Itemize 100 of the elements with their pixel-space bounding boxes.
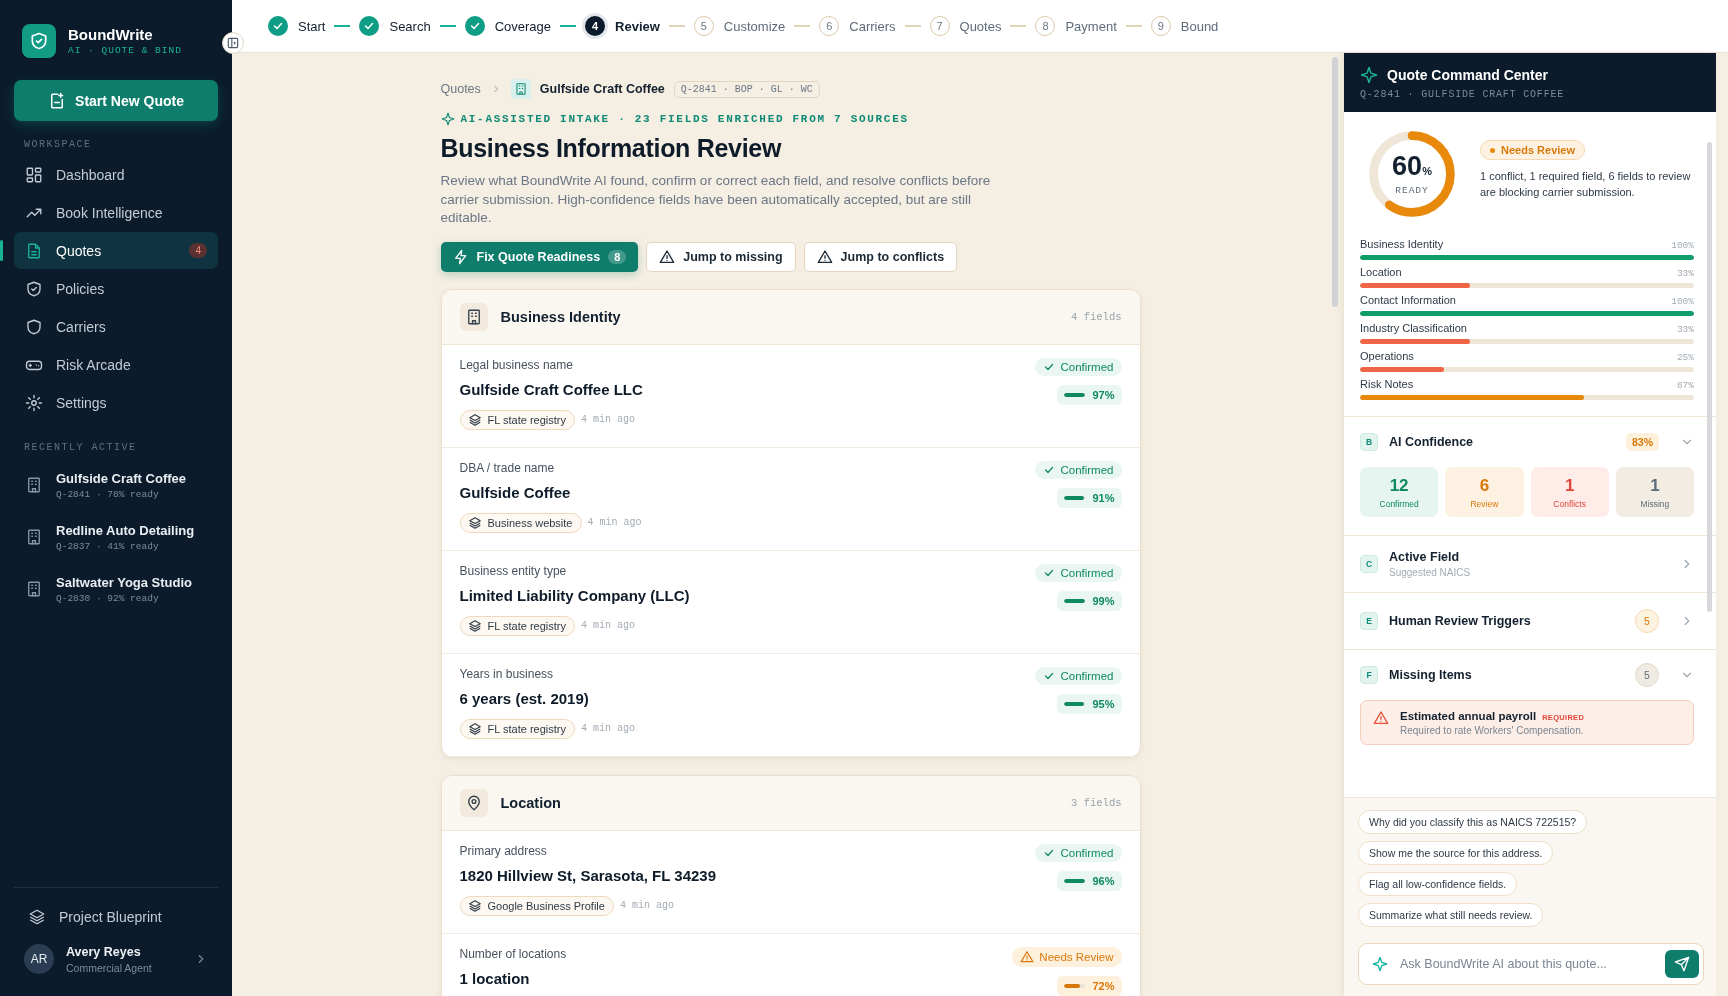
timestamp: 4 min ago (580, 620, 635, 631)
count-badge: 5 (1635, 663, 1659, 687)
suggestion-chip[interactable]: Why did you classify this as NAICS 722515? (1358, 810, 1588, 834)
category-percent: 100% (1671, 240, 1694, 251)
fix-readiness-button[interactable]: Fix Quote Readiness 8 (440, 241, 639, 272)
field-value[interactable]: Gulfside Craft Coffee LLC (459, 380, 643, 398)
settings-icon (25, 393, 43, 412)
warning-icon (1020, 949, 1035, 964)
start-new-quote-button[interactable]: Start New Quote (14, 80, 218, 121)
timestamp: 4 min ago (580, 723, 635, 734)
field-value[interactable]: Gulfside Coffee (459, 483, 642, 501)
sidebar-toggle-icon (226, 36, 240, 50)
recent-quote-item[interactable]: Redline Auto Detailing Q-2837 · 41% ready (14, 511, 218, 563)
category-percent: 33% (1676, 268, 1694, 279)
field-count: 3 fields (1071, 796, 1122, 809)
nav-item[interactable]: Carriers (14, 308, 218, 345)
scrollbar[interactable] (1707, 142, 1712, 612)
category-label: Business Identity (1360, 238, 1444, 250)
ask-ai-field[interactable]: Ask BoundWrite AI about this quote... (1398, 956, 1655, 972)
step[interactable]: Start (268, 16, 326, 36)
field-label: DBA / trade name (459, 460, 556, 475)
nav-item[interactable]: Dashboard (14, 156, 218, 193)
recent-quote-item[interactable]: Gulfside Craft Coffee Q-2841 · 78% ready (14, 459, 218, 511)
count-badge: 4 (189, 243, 207, 258)
stat-tile[interactable]: 1 Missing (1615, 467, 1694, 517)
source-chip[interactable]: FL state registry (459, 409, 575, 430)
category-label: Industry Classification (1360, 322, 1467, 334)
user-profile[interactable]: AR Avery Reyes Commercial Agent (14, 936, 218, 982)
suggestion-chip[interactable]: Flag all low-confidence fields. (1358, 872, 1518, 896)
nav-item[interactable]: Risk Arcade (14, 346, 218, 383)
layers-icon (28, 908, 46, 926)
category-percent: 100% (1671, 296, 1694, 307)
breadcrumb-link[interactable]: Quotes (440, 82, 481, 96)
step[interactable]: Search (359, 16, 431, 36)
shield-icon (25, 317, 43, 336)
source-chip[interactable]: FL state registry (459, 718, 575, 739)
brand-tagline: AI · QUOTE & BIND (68, 45, 182, 56)
field-count: 4 fields (1071, 310, 1122, 323)
nav-item[interactable]: Settings (14, 384, 218, 421)
layers-icon (467, 412, 482, 427)
section-letter: F (1360, 666, 1378, 684)
quote-tags: Q-2841 · BOP · GL · WC (673, 80, 820, 98)
field-label: Primary address (459, 843, 548, 858)
source-chip[interactable]: Google Business Profile (459, 895, 614, 916)
section-letter: E (1360, 612, 1378, 630)
status-badge: Needs Review (1480, 140, 1585, 160)
stat-tile[interactable]: 1 Conflicts (1530, 467, 1609, 517)
lightning-icon (452, 248, 469, 265)
step[interactable]: 9 Bound (1150, 16, 1219, 36)
status-badge: Confirmed (1035, 357, 1122, 376)
suggestion-chip[interactable]: Show me the source for this address. (1358, 841, 1554, 865)
scrollbar[interactable] (1332, 57, 1338, 307)
warning-icon (1373, 710, 1389, 726)
section-title: Business Identity (500, 308, 622, 325)
confidence-badge: 95% (1057, 693, 1122, 714)
section-title: Missing Items (1389, 668, 1473, 682)
missing-item-description: Required to rate Workers' Compensation. (1400, 725, 1585, 736)
category-percent: 33% (1676, 324, 1694, 335)
field-value[interactable]: 6 years (est. 2019) (459, 689, 635, 707)
source-chip[interactable]: Business website (459, 512, 582, 533)
timestamp: 4 min ago (580, 414, 635, 425)
jump-button[interactable]: Jump to conflicts (803, 241, 958, 272)
readiness-label: READY (1395, 184, 1429, 196)
readiness-value: 60% (1392, 152, 1432, 180)
step[interactable]: 6 Carriers (819, 16, 896, 36)
confidence-badge: 72% (1057, 975, 1122, 996)
category-percent: 67% (1676, 380, 1694, 391)
suggestion-chip[interactable]: Summarize what still needs review. (1358, 903, 1544, 927)
nav-item[interactable]: Book Intelligence (14, 194, 218, 231)
step[interactable]: 4 Review (585, 16, 660, 36)
timestamp: 4 min ago (619, 900, 674, 911)
status-badge: Confirmed (1035, 666, 1122, 685)
stat-tile[interactable]: 12 Confirmed (1360, 467, 1439, 517)
step[interactable]: 8 Payment (1035, 16, 1117, 36)
user-avatar: AR (24, 944, 54, 974)
step[interactable]: 7 Quotes (929, 16, 1002, 36)
step[interactable]: 5 Customize (693, 16, 786, 36)
send-button[interactable] (1665, 950, 1699, 978)
section-label: WORKSPACE (23, 138, 93, 152)
step[interactable]: Coverage (464, 16, 552, 36)
section-subtitle: Suggested NAICS (1389, 567, 1472, 578)
status-badge: Confirmed (1035, 460, 1122, 479)
recent-quote-item[interactable]: Saltwater Yoga Studio Q-2830 · 92% ready (14, 563, 218, 615)
sparkle-icon (1372, 956, 1388, 972)
field-value[interactable]: Limited Liability Company (LLC) (459, 586, 690, 604)
jump-button[interactable]: Jump to missing (646, 241, 796, 272)
chat-input-field[interactable]: Ask BoundWrite AI about this quote... (1358, 943, 1704, 985)
field-value[interactable]: 1820 Hillview St, Sarasota, FL 34239 (459, 866, 717, 884)
grid-icon (25, 165, 43, 184)
status-badge: Confirmed (1035, 843, 1122, 862)
layers-icon (467, 515, 482, 530)
field-label: Business entity type (459, 563, 568, 578)
field-value[interactable]: 1 location (459, 969, 567, 987)
status-badge: Confirmed (1035, 563, 1122, 582)
source-chip[interactable]: FL state registry (459, 615, 575, 636)
category-label: Risk Notes (1360, 378, 1414, 390)
nav-item[interactable]: Policies (14, 270, 218, 307)
page-title: Business Information Review (440, 134, 783, 163)
project-blueprint-link[interactable]: Project Blueprint (14, 898, 218, 936)
missing-item-title: Estimated annual payroll (1400, 710, 1537, 722)
